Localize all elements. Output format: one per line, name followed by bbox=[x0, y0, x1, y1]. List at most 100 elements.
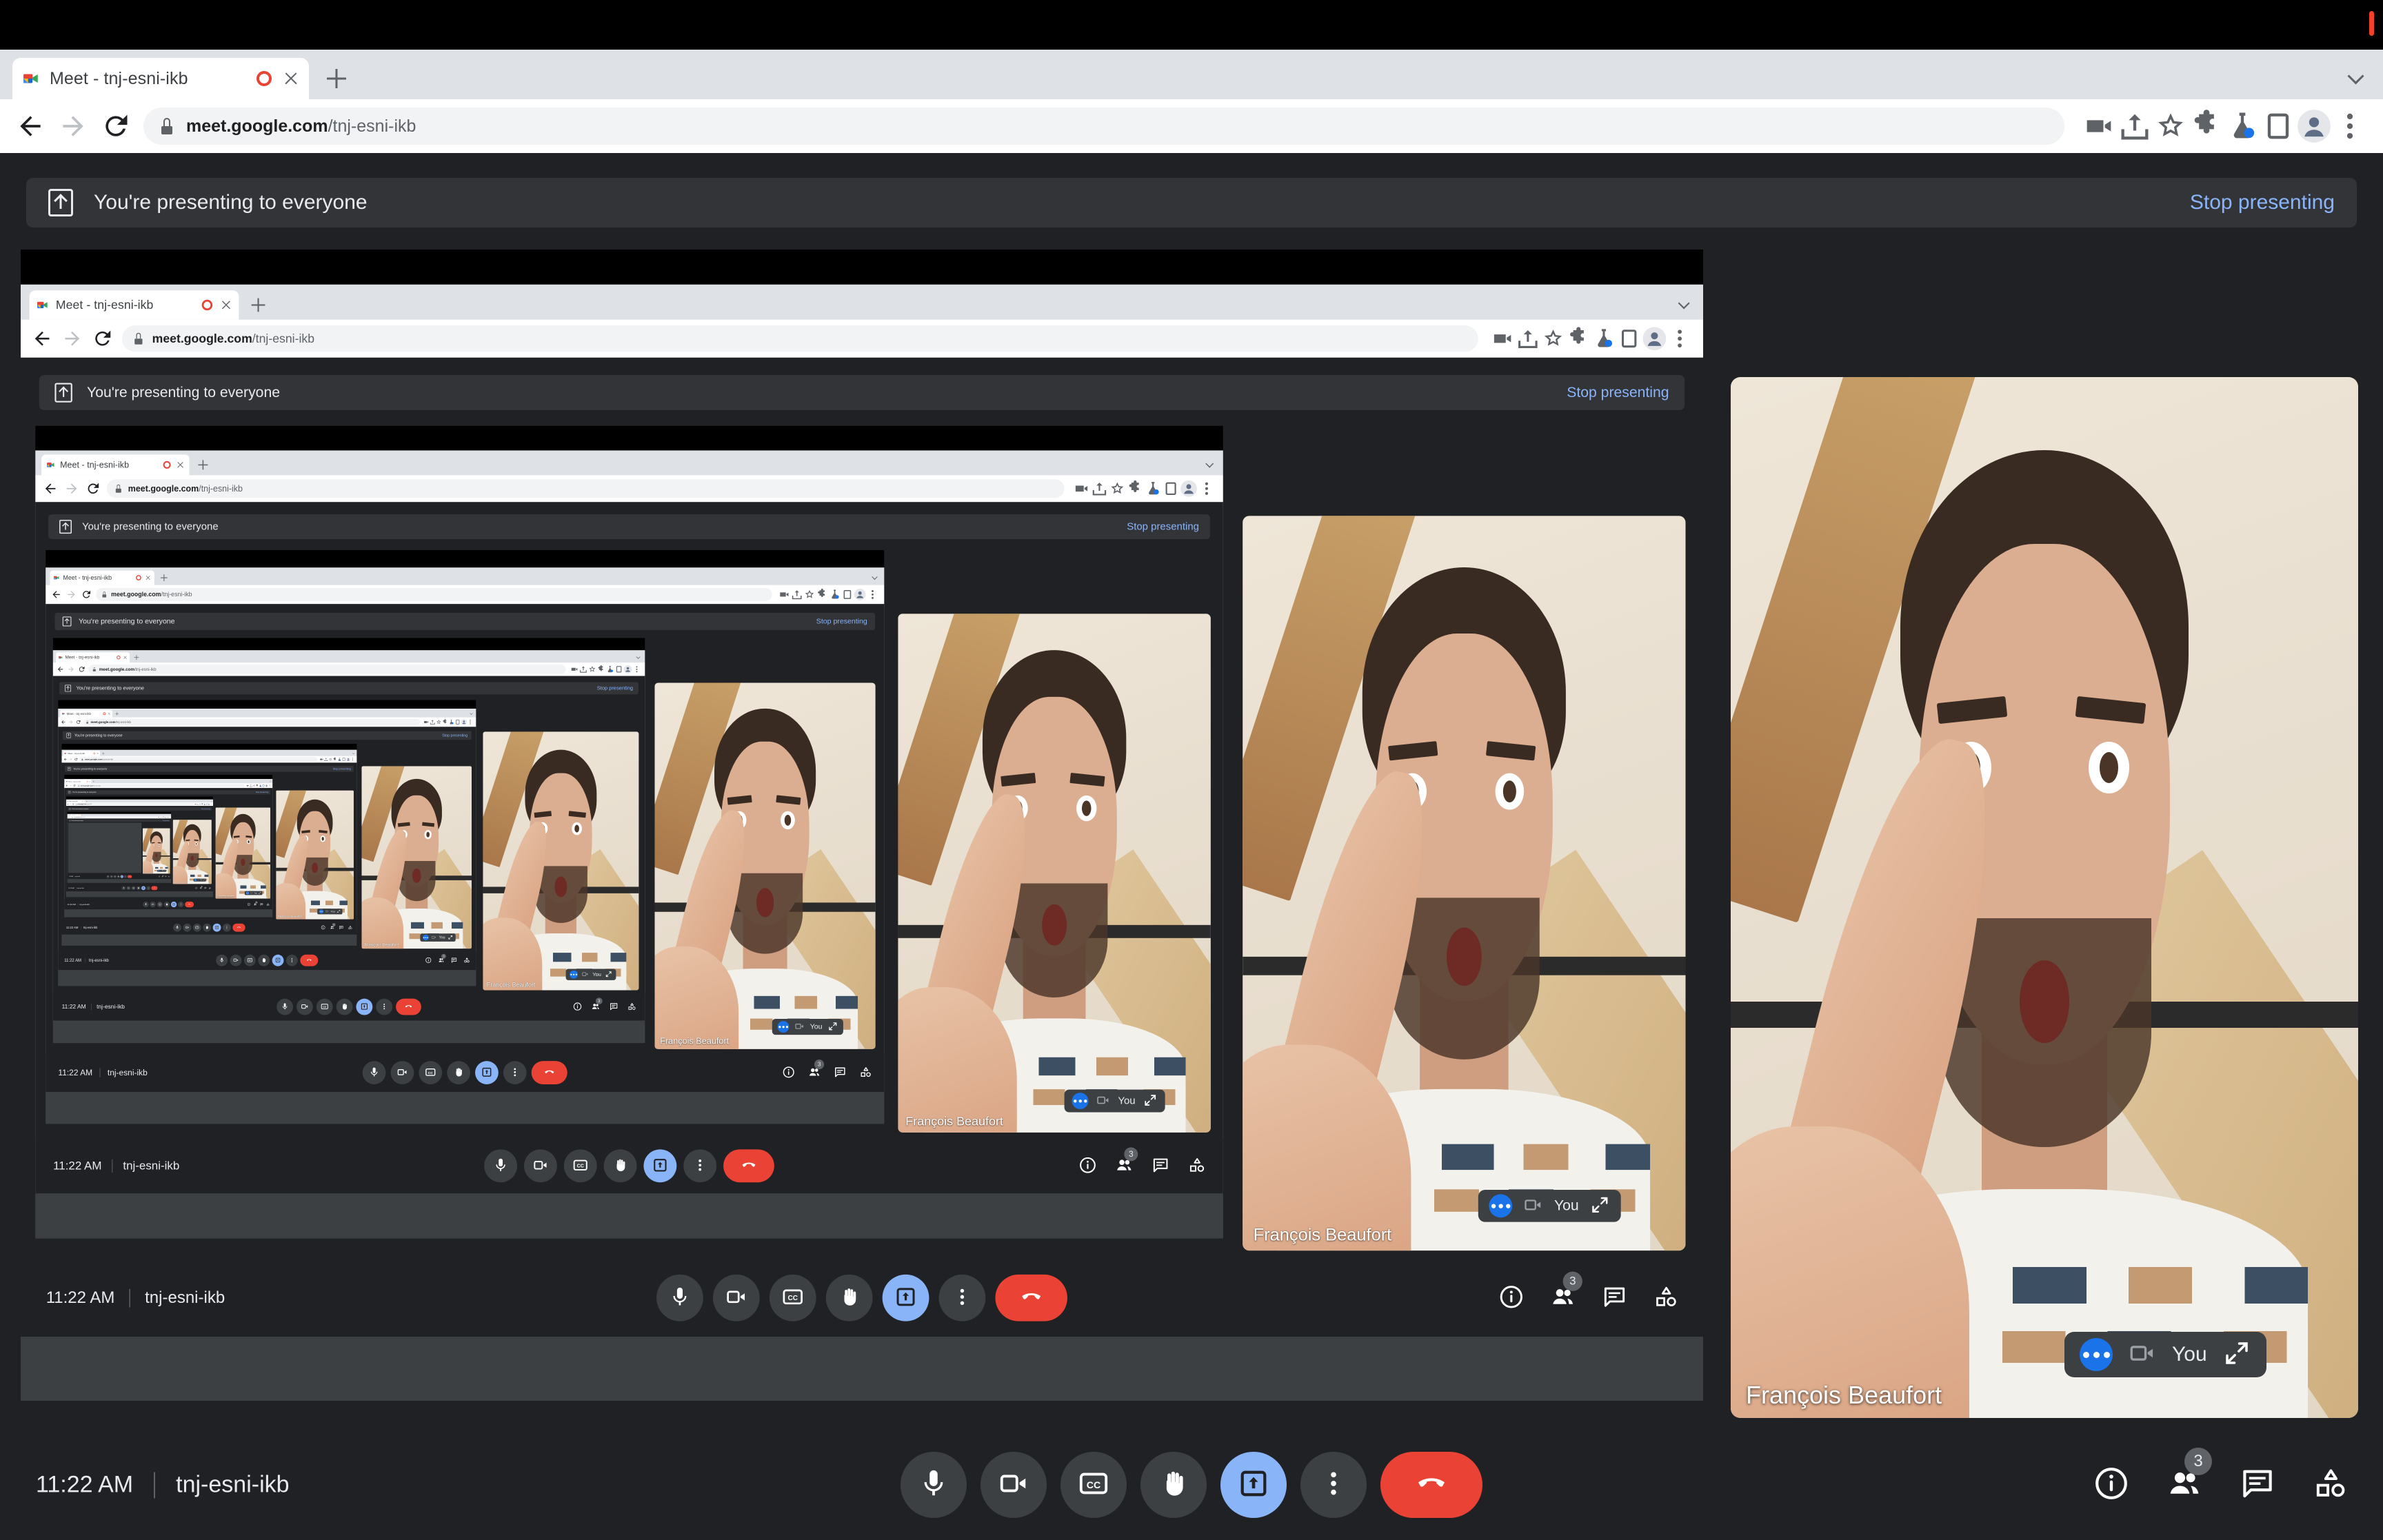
stop-presenting-button[interactable]: Stop presenting bbox=[163, 820, 169, 821]
camera-button[interactable] bbox=[183, 923, 192, 932]
stop-presenting-button[interactable]: Stop presenting bbox=[2190, 191, 2335, 214]
participants-button[interactable]: 3 bbox=[1115, 1147, 1138, 1175]
expand-diagonal-icon[interactable] bbox=[1143, 1093, 1158, 1108]
expand-diagonal-icon[interactable] bbox=[827, 1021, 838, 1033]
stop-presenting-button[interactable]: Stop presenting bbox=[816, 618, 867, 626]
participants-button[interactable]: 3 bbox=[200, 885, 203, 889]
shared-screen-content[interactable]: Meet - tnj-esni-ikb meet.google.com/tnj-… bbox=[52, 638, 645, 1044]
forward-arrow-icon[interactable] bbox=[64, 481, 79, 496]
chrome-menu-icon[interactable] bbox=[866, 588, 878, 600]
activities-button[interactable] bbox=[348, 925, 353, 930]
participants-button[interactable]: 3 bbox=[254, 901, 258, 906]
stop-presenting-button[interactable]: Stop presenting bbox=[442, 733, 467, 738]
expand-diagonal-icon[interactable] bbox=[2222, 1339, 2251, 1371]
new-tab-button[interactable] bbox=[115, 712, 119, 716]
participants-button[interactable]: 3 bbox=[330, 922, 336, 930]
back-arrow-icon[interactable] bbox=[15, 111, 46, 141]
profile-avatar-icon[interactable] bbox=[1180, 480, 1198, 498]
camera-button[interactable] bbox=[126, 886, 131, 891]
reload-icon[interactable] bbox=[81, 589, 92, 600]
shared-screen-content[interactable]: Meet - tnj-esni-ikb meet.google.com/tnj-… bbox=[66, 796, 214, 898]
profile-avatar-icon[interactable] bbox=[854, 588, 866, 600]
reload-icon[interactable] bbox=[72, 816, 73, 818]
new-tab-button[interactable] bbox=[197, 459, 208, 470]
more-options-button[interactable] bbox=[146, 886, 151, 891]
expand-diagonal-icon[interactable] bbox=[1589, 1195, 1610, 1217]
close-icon[interactable] bbox=[123, 656, 128, 660]
chrome-menu-icon[interactable] bbox=[1667, 326, 1693, 352]
participant-video-tile[interactable]: François Beaufort bbox=[172, 820, 212, 884]
chrome-menu-icon[interactable] bbox=[1198, 480, 1216, 498]
shared-screen-content[interactable]: Meet - tnj-esni-ikb meet.google.com/tnj-… bbox=[61, 743, 357, 946]
back-arrow-icon[interactable] bbox=[67, 803, 69, 805]
reload-icon[interactable] bbox=[101, 111, 131, 141]
chat-button[interactable] bbox=[1602, 1284, 1629, 1312]
share-icon[interactable] bbox=[430, 719, 436, 725]
back-arrow-icon[interactable] bbox=[63, 758, 67, 761]
leave-call-button[interactable] bbox=[151, 886, 158, 891]
meeting-details-button[interactable] bbox=[247, 902, 251, 906]
address-bar[interactable]: meet.google.com/tnj-esni-ikb bbox=[143, 108, 2064, 145]
expand-diagonal-icon[interactable] bbox=[605, 971, 612, 979]
expand-diagonal-icon[interactable] bbox=[203, 879, 205, 881]
reload-icon[interactable] bbox=[72, 803, 74, 805]
chevron-down-icon[interactable] bbox=[636, 655, 640, 658]
more-options-button[interactable] bbox=[938, 1274, 986, 1321]
close-icon[interactable] bbox=[89, 781, 90, 782]
present-now-button[interactable] bbox=[272, 954, 284, 966]
forward-arrow-icon[interactable] bbox=[70, 817, 71, 818]
stop-presenting-button[interactable]: Stop presenting bbox=[333, 767, 351, 770]
media-cast-icon[interactable] bbox=[1490, 326, 1516, 352]
present-now-button[interactable] bbox=[170, 901, 177, 908]
back-arrow-icon[interactable] bbox=[51, 589, 61, 600]
chat-button[interactable] bbox=[1152, 1156, 1171, 1175]
browser-tab[interactable]: Meet - tnj-esni-ikb bbox=[63, 751, 100, 756]
participant-video-tile[interactable]: François Beaufort bbox=[361, 766, 472, 949]
extensions-puzzle-icon[interactable] bbox=[1126, 480, 1144, 498]
raise-hand-button[interactable] bbox=[447, 1061, 471, 1084]
meeting-details-button[interactable] bbox=[195, 886, 198, 889]
media-cast-icon[interactable] bbox=[1073, 480, 1091, 498]
self-view-pill[interactable]: You bbox=[2064, 1332, 2266, 1377]
close-icon[interactable] bbox=[177, 460, 185, 469]
present-now-button[interactable] bbox=[643, 1149, 677, 1183]
captions-button[interactable]: CC bbox=[1060, 1452, 1127, 1518]
chrome-menu-icon[interactable] bbox=[632, 665, 641, 673]
back-arrow-icon[interactable] bbox=[61, 720, 66, 725]
participants-button[interactable]: 3 bbox=[591, 997, 603, 1012]
self-view-pill[interactable]: You bbox=[1064, 1089, 1165, 1113]
present-now-button[interactable] bbox=[882, 1274, 929, 1321]
forward-arrow-icon[interactable] bbox=[69, 784, 72, 787]
self-view-pill[interactable]: You bbox=[772, 1018, 843, 1035]
self-view-pill[interactable]: You bbox=[565, 969, 616, 980]
address-bar[interactable]: meet.google.com/tnj-esni-ikb bbox=[77, 784, 245, 788]
stop-presenting-button[interactable]: Stop presenting bbox=[597, 685, 633, 691]
address-bar[interactable]: meet.google.com/tnj-esni-ikb bbox=[96, 587, 772, 601]
present-now-button[interactable] bbox=[1220, 1452, 1287, 1518]
new-tab-button[interactable] bbox=[160, 574, 168, 582]
more-options-button[interactable] bbox=[503, 1061, 527, 1084]
participant-video-tile[interactable]: François Beaufort bbox=[654, 682, 876, 1049]
microphone-button[interactable] bbox=[143, 901, 149, 908]
shared-screen-content[interactable]: Meet - tnj-esni-ikb meet.google.com/tnj-… bbox=[58, 700, 476, 986]
chevron-down-icon[interactable] bbox=[1680, 298, 1691, 310]
meeting-details-button[interactable] bbox=[159, 875, 161, 878]
leave-call-button[interactable] bbox=[1380, 1452, 1482, 1518]
chrome-menu-icon[interactable] bbox=[2332, 108, 2368, 144]
leave-call-button[interactable] bbox=[300, 954, 319, 966]
chevron-down-icon[interactable] bbox=[470, 712, 473, 715]
chat-button[interactable] bbox=[204, 887, 207, 889]
more-options-button[interactable] bbox=[376, 998, 393, 1015]
expand-diagonal-icon[interactable] bbox=[337, 909, 341, 913]
chat-button[interactable] bbox=[610, 1002, 619, 1012]
camera-button[interactable] bbox=[523, 1149, 557, 1183]
chrome-menu-icon[interactable] bbox=[268, 784, 272, 787]
self-view-pill[interactable]: You bbox=[244, 891, 263, 895]
camera-button[interactable] bbox=[712, 1274, 760, 1321]
captions-button[interactable]: CC bbox=[419, 1061, 443, 1084]
close-icon[interactable] bbox=[97, 752, 99, 754]
self-view-pill[interactable]: You bbox=[193, 878, 206, 882]
participants-button[interactable]: 3 bbox=[438, 953, 446, 964]
camera-button[interactable] bbox=[230, 954, 242, 966]
experiments-flask-icon[interactable] bbox=[1591, 326, 1617, 352]
